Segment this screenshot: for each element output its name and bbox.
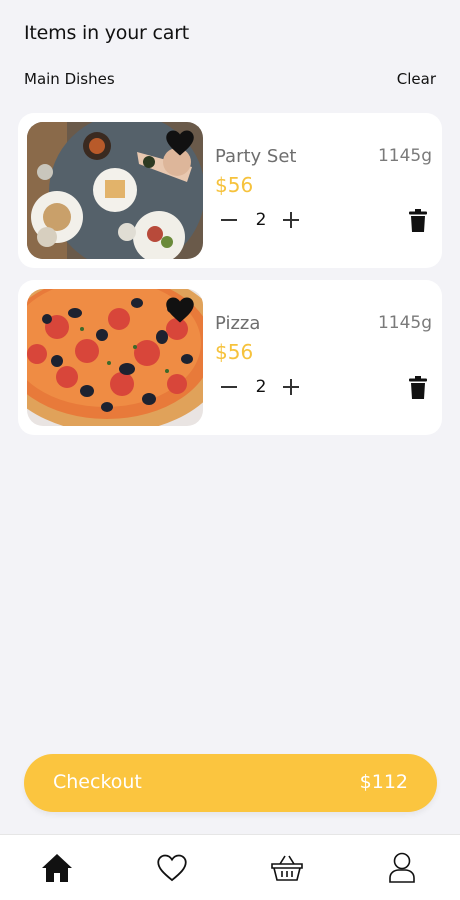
category-label: Main Dishes <box>24 70 115 88</box>
favorite-button[interactable] <box>165 129 195 157</box>
checkout-label: Checkout <box>53 771 142 793</box>
trash-icon <box>409 376 427 399</box>
cart-item: Pizza 1145g $56 2 <box>18 280 442 435</box>
decrease-quantity-button[interactable] <box>219 210 239 230</box>
item-name: Pizza <box>215 313 261 334</box>
minus-icon <box>221 386 237 388</box>
minus-icon <box>221 219 237 221</box>
heart-filled-icon <box>166 130 194 156</box>
increase-quantity-button[interactable] <box>281 210 301 230</box>
item-quantity: 2 <box>255 377 267 397</box>
home-icon <box>42 854 72 882</box>
plus-icon <box>283 212 299 228</box>
item-quantity: 2 <box>255 210 267 230</box>
increase-quantity-button[interactable] <box>281 377 301 397</box>
plus-icon <box>283 379 299 395</box>
nav-home[interactable] <box>40 851 74 885</box>
favorite-button[interactable] <box>165 296 195 324</box>
checkout-button[interactable]: Checkout $112 <box>24 754 437 812</box>
user-icon <box>389 852 415 883</box>
item-weight: 1145g <box>377 146 432 166</box>
cart-item: Party Set 1145g $56 2 <box>18 113 442 268</box>
heart-filled-icon <box>166 297 194 323</box>
nav-cart[interactable] <box>270 851 304 885</box>
heart-icon <box>157 854 187 882</box>
delete-item-button[interactable] <box>409 376 427 400</box>
item-price: $56 <box>215 340 254 364</box>
trash-icon <box>409 209 427 232</box>
nav-profile[interactable] <box>385 851 419 885</box>
item-weight: 1145g <box>377 313 432 333</box>
bottom-nav <box>0 834 460 900</box>
clear-button[interactable]: Clear <box>397 70 436 88</box>
page-title: Items in your cart <box>24 22 190 44</box>
item-price: $56 <box>215 173 254 197</box>
delete-item-button[interactable] <box>409 209 427 233</box>
checkout-total: $112 <box>359 771 408 793</box>
nav-favorites[interactable] <box>155 851 189 885</box>
item-name: Party Set <box>215 146 297 167</box>
basket-icon <box>271 855 303 881</box>
decrease-quantity-button[interactable] <box>219 377 239 397</box>
